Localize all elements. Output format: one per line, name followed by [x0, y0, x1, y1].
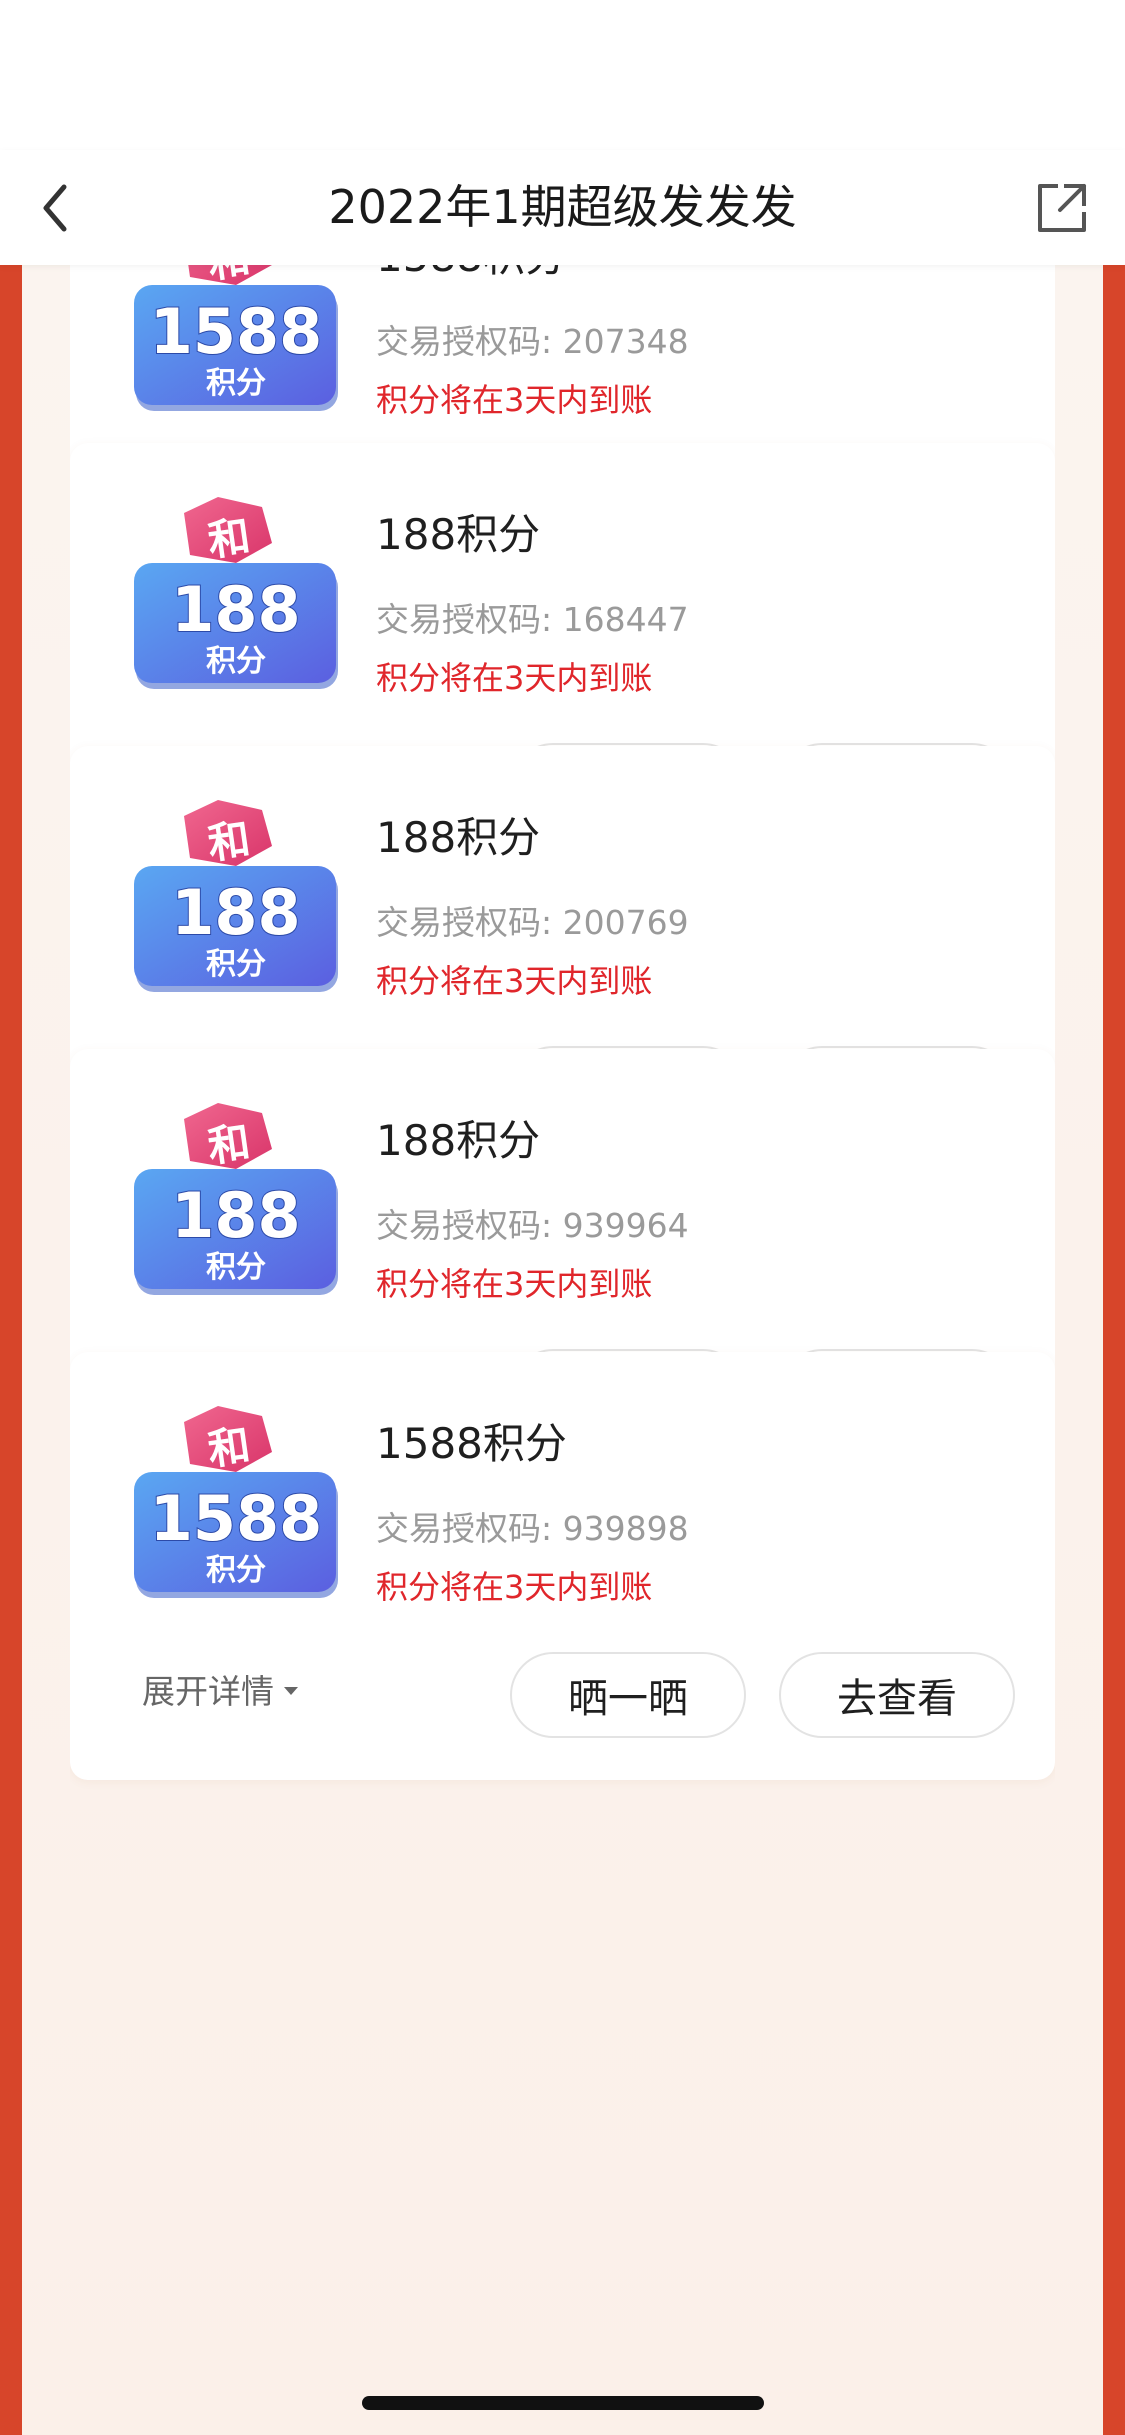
badge-word: 积分 [206, 947, 266, 982]
auth-code: 交易授权码: 939898 [376, 1502, 689, 1550]
arrival-notice: 积分将在3天内到账 [376, 659, 653, 697]
status-bar [0, 0, 1125, 150]
auth-code: 交易授权码: 168447 [376, 593, 689, 641]
arrival-notice: 积分将在3天内到账 [376, 962, 653, 1000]
points-title: 188积分 [376, 510, 541, 559]
badge-word: 积分 [206, 366, 266, 401]
expand-details-toggle[interactable]: 展开详情 [142, 1665, 298, 1713]
auth-code-label: 交易授权码: [376, 322, 553, 361]
caret-down-icon [284, 1687, 298, 1695]
points-badge-icon: 和 188 积分 [134, 497, 338, 689]
points-badge-icon: 和 188 积分 [134, 800, 338, 992]
badge-tag: 和 [205, 1117, 253, 1171]
reward-card: 和 1588 积分 1588积分 交易授权码: 939898 积分将在3天内到账… [70, 1352, 1055, 1780]
auth-code-value: 939964 [562, 1206, 689, 1245]
badge-number: 188 [171, 876, 300, 949]
badge-number: 1588 [150, 1482, 323, 1555]
auth-code: 交易授权码: 939964 [376, 1199, 689, 1247]
badge-number: 188 [171, 1179, 300, 1252]
points-title: 1588积分 [376, 265, 567, 284]
chevron-left-icon [43, 184, 67, 231]
badge-number: 188 [171, 573, 300, 646]
home-indicator [362, 2396, 764, 2410]
badge-number: 1588 [150, 295, 323, 368]
auth-code-label: 交易授权码: [376, 1509, 553, 1548]
share-post-button[interactable]: 晒一晒 [510, 1652, 746, 1738]
badge-word: 积分 [206, 644, 266, 679]
external-share-icon [1038, 183, 1086, 232]
auth-code-value: 207348 [562, 322, 689, 361]
view-button[interactable]: 去查看 [779, 1652, 1015, 1738]
badge-tag: 和 [205, 814, 253, 868]
auth-code-value: 168447 [562, 600, 689, 639]
arrival-notice: 积分将在3天内到账 [376, 381, 653, 419]
auth-code-label: 交易授权码: [376, 903, 553, 942]
badge-word: 积分 [206, 1250, 266, 1285]
badge-tag: 和 [205, 511, 253, 565]
expand-details-label: 展开详情 [142, 1672, 274, 1711]
auth-code-value: 939898 [562, 1509, 689, 1548]
points-title: 188积分 [376, 1116, 541, 1165]
auth-code-value: 200769 [562, 903, 689, 942]
points-badge-icon: 和 188 积分 [134, 1103, 338, 1295]
nav-bar: 2022年1期超级发发发 [0, 150, 1125, 265]
auth-code: 交易授权码: 200769 [376, 896, 689, 944]
badge-tag: 和 [205, 265, 253, 288]
points-badge-icon: 和 1588 积分 [134, 265, 338, 411]
badge-tag: 和 [205, 1420, 253, 1474]
points-title: 188积分 [376, 813, 541, 862]
points-title: 1588积分 [376, 1419, 567, 1468]
share-button[interactable] [1027, 170, 1097, 245]
back-button[interactable] [30, 170, 80, 245]
arrival-notice: 积分将在3天内到账 [376, 1265, 653, 1303]
auth-code: 交易授权码: 207348 [376, 315, 689, 363]
arrival-notice: 积分将在3天内到账 [376, 1568, 653, 1606]
auth-code-label: 交易授权码: [376, 600, 553, 639]
points-badge-icon: 和 1588 积分 [134, 1406, 338, 1598]
page-title: 2022年1期超级发发发 [328, 180, 797, 234]
reward-list[interactable]: 和 1588 积分 1588积分 交易授权码: 207348 积分将在3天内到账… [70, 265, 1055, 2435]
badge-word: 积分 [206, 1553, 266, 1588]
auth-code-label: 交易授权码: [376, 1206, 553, 1245]
